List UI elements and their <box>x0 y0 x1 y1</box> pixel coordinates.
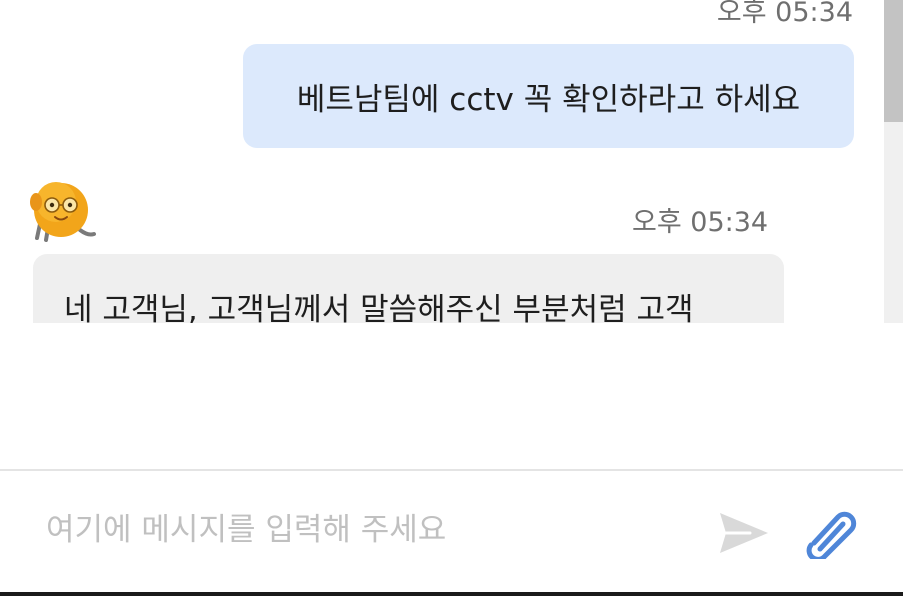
message-list[interactable]: 오후 05:34 베트남팀에 cctv 꼭 확인하라고 하세요 오후 05:34… <box>0 0 884 323</box>
send-icon <box>720 513 768 553</box>
chat-screen: 오후 05:34 베트남팀에 cctv 꼭 확인하라고 하세요 오후 05:34… <box>0 0 903 596</box>
message-composer <box>0 471 903 592</box>
paperclip-icon <box>806 511 857 562</box>
agent-message-timestamp: 오후 05:34 <box>632 207 769 238</box>
user-message-bubble: 베트남팀에 cctv 꼭 확인하라고 하세요 <box>243 44 854 148</box>
attach-button[interactable] <box>800 505 860 562</box>
window-bottom-edge <box>0 592 903 596</box>
agent-message-text: 네 고객님, 고객님께서 말씀해주신 부분처럼 고객 <box>64 292 694 323</box>
bot-avatar-icon <box>28 178 96 246</box>
message-list-scrollbar[interactable] <box>884 0 903 323</box>
bot-avatar-svg <box>30 182 96 242</box>
send-button[interactable] <box>716 509 772 557</box>
scrollbar-thumb[interactable] <box>884 0 903 122</box>
user-message-timestamp: 오후 05:34 <box>716 0 853 28</box>
user-message-text: 베트남팀에 cctv 꼭 확인하라고 하세요 <box>296 81 801 118</box>
agent-message-bubble: 네 고객님, 고객님께서 말씀해주신 부분처럼 고객 <box>33 254 784 323</box>
message-input[interactable] <box>30 503 706 557</box>
